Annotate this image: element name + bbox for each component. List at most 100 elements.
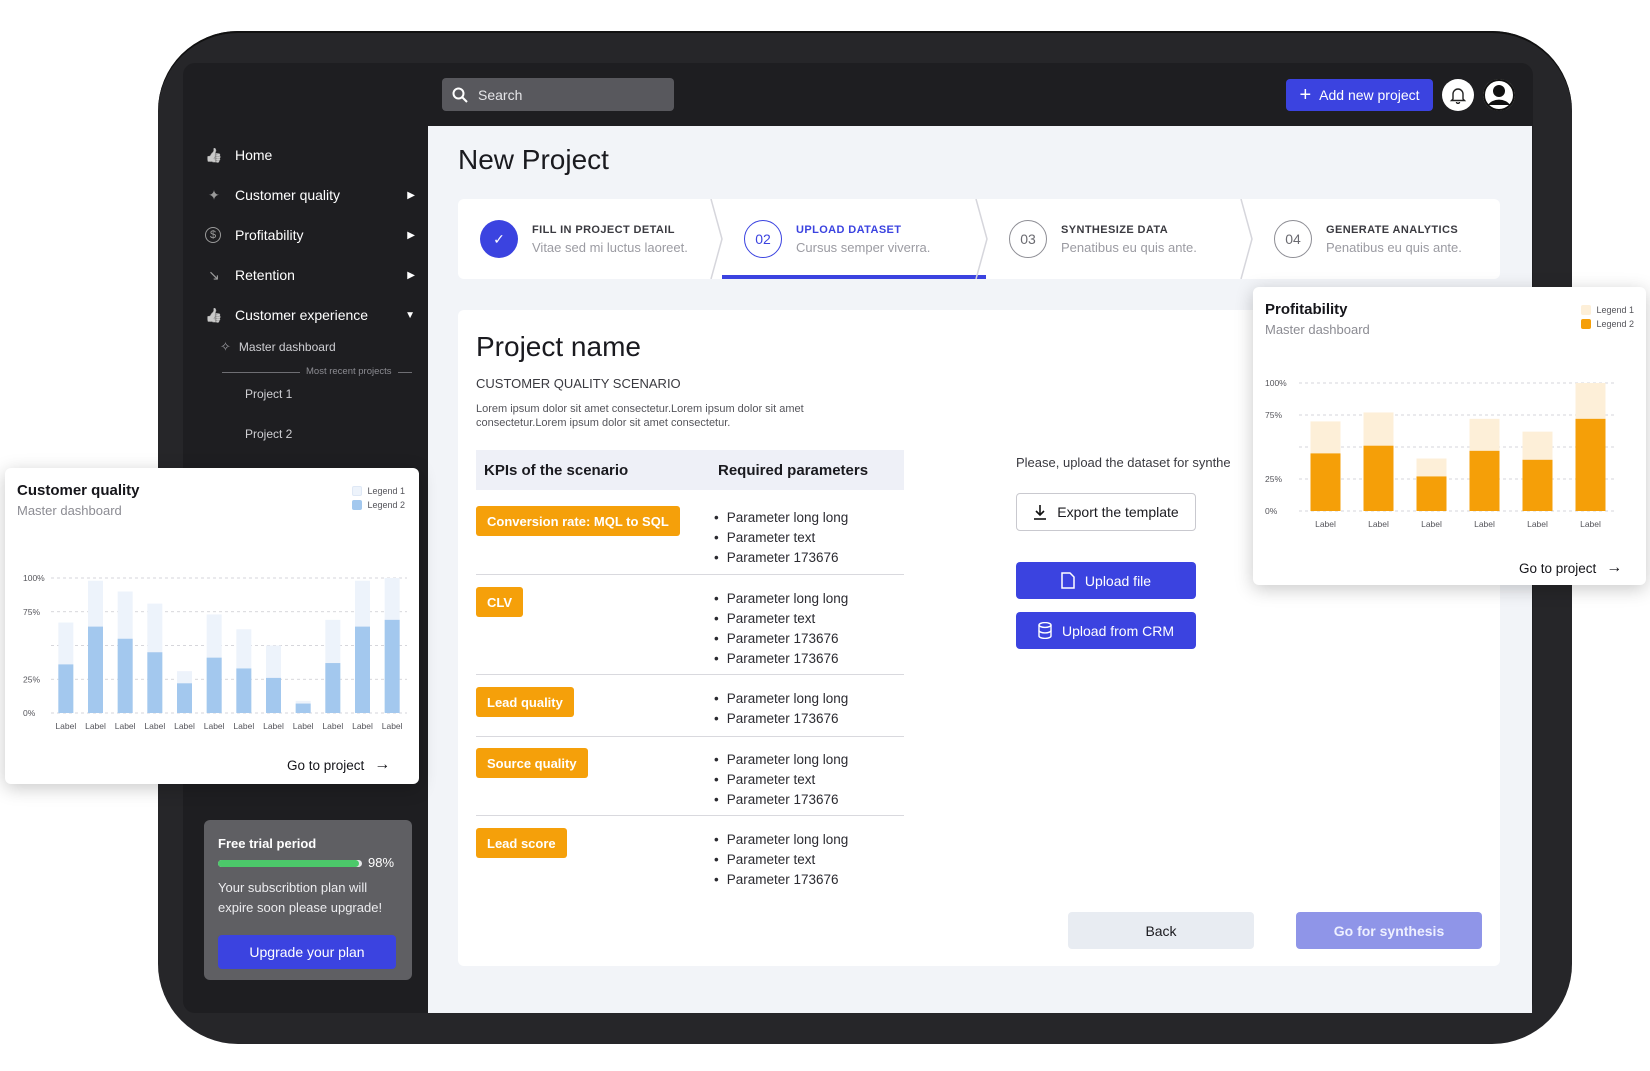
bar-legend-2 [236,668,252,713]
step-number: 03 [1009,220,1047,258]
legend-swatch [352,500,363,510]
bar-legend-2 [177,683,192,713]
step-1[interactable]: ✓ FILL IN PROJECT DETAIL Vitae sed mi luct… [458,199,706,279]
search-input[interactable]: Search [442,78,674,111]
legend-label: Legend 1 [1596,305,1634,315]
step-title: UPLOAD DATASET [796,223,902,236]
sidebar-subitem-master-dashboard[interactable]: ✧ Master dashboard [220,339,336,355]
row-divider [476,674,904,675]
chevron-right-icon: ▶ [407,229,415,241]
parameter-item: Parameter text [716,850,848,870]
parameter-item: Parameter 173676 [716,790,848,810]
legend-item: Legend 2 [1581,319,1634,329]
kpi-parameter-list: Parameter long longParameter textParamet… [716,508,849,568]
profile-button[interactable] [1483,79,1515,111]
row-divider [476,815,904,816]
scenario-description: Lorem ipsum dolor sit amet consectetur.L… [476,403,804,429]
legend-item: Legend 1 [352,486,405,496]
bar-legend-2 [88,626,103,713]
trial-title: Free trial period [218,836,317,851]
parameter-item: Parameter 173676 [716,548,848,568]
add-new-project-button[interactable]: + Add new project [1286,79,1433,111]
sidebar-project-2[interactable]: Project 2 [245,427,292,441]
parameter-item: Parameter 173676 [716,870,848,890]
back-button[interactable]: Back [1068,912,1254,949]
bar-legend-2 [1416,476,1447,511]
legend-swatch [1581,305,1592,315]
free-trial-panel: Free trial period 98% Your subscribtion … [204,820,412,980]
go-to-project-link[interactable]: Go to project → [1519,559,1622,577]
x-tick-label: Label [144,721,165,731]
search-icon [452,87,468,103]
x-tick-label: Label [204,721,225,731]
upgrade-plan-button[interactable]: Upgrade your plan [218,935,396,969]
parameter-item: Parameter 173676 [716,649,848,669]
x-tick-label: Label [233,721,254,731]
legend-swatch [352,486,363,496]
kpi-tag: Conversion rate: MQL to SQL [476,506,680,536]
file-icon [1061,572,1075,589]
sidebar-item-customer-experience[interactable]: 👍 Customer experience ▼ [205,301,415,329]
parameter-item: Parameter text [716,609,848,629]
step-description: Penatibus eu quis ante. [1326,239,1462,255]
legend-label: Legend 1 [367,486,405,496]
export-template-label: Export the template [1057,504,1179,520]
bar-legend-2 [325,663,341,713]
sidebar-item-label: Profitability [235,227,304,243]
parameter-item: Parameter 173676 [716,709,848,729]
x-tick-label: Label [85,721,106,731]
legend-item: Legend 2 [352,500,405,510]
legend-item: Legend 1 [1581,305,1634,315]
profitability-card: Profitability Master dashboard Legend 1 … [1253,287,1646,585]
sidebar-item-profitability[interactable]: $ Profitability ▶ [205,221,415,249]
arrow-right-icon: → [1606,559,1623,576]
x-tick-label: Label [1421,519,1442,529]
trial-progress-fill [218,860,360,867]
sidebar-project-1[interactable]: Project 1 [245,387,292,401]
legend-label: Legend 2 [1596,319,1634,329]
upload-from-crm-button[interactable]: Upload from CRM [1016,612,1196,649]
bar-legend-2 [384,619,400,713]
bar-legend-2 [117,638,133,713]
trial-percent: 98% [368,855,395,870]
upload-file-label: Upload file [1084,572,1152,589]
notifications-button[interactable] [1442,79,1474,111]
step-3[interactable]: 03 SYNTHESIZE DATA Penatibus eu quis ante. [987,199,1235,279]
go-to-project-link[interactable]: Go to project → [287,756,390,774]
kpi-parameter-list: Parameter long longParameter textParamet… [716,750,849,810]
trial-progress-track [218,860,362,867]
sidebar-item-customer-quality[interactable]: ✦ Customer quality ▶ [205,181,415,209]
bar-legend-2 [1575,418,1606,511]
y-tick-label: 0% [23,708,36,718]
bar-legend-2 [266,677,281,713]
bar-legend-2 [1363,445,1394,511]
arrow-right-icon: → [374,756,391,773]
step-title: SYNTHESIZE DATA [1061,223,1169,236]
upload-file-button[interactable]: Upload file [1016,562,1196,599]
sidebar-item-home[interactable]: 👍 Home [205,141,415,169]
parameter-item: Parameter long long [716,830,849,850]
thumbs-up-icon: 👍 [205,306,223,323]
kpi-tag: CLV [476,587,524,617]
x-tick-label: Label [174,721,195,731]
bar-legend-2 [147,652,163,713]
x-tick-label: Label [382,721,403,731]
step-2[interactable]: 02 UPLOAD DATASET Cursus semper viverra. [722,199,970,279]
step-4[interactable]: 04 GENERATE ANALYTICS Penatibus eu quis an… [1252,199,1500,279]
recent-projects-label: Most recent projects [300,366,398,377]
go-for-synthesis-button[interactable]: Go for synthesis [1296,912,1482,949]
export-template-button[interactable]: Export the template [1016,493,1196,531]
x-tick-label: Label [1315,519,1336,529]
project-name-heading: Project name [476,331,641,362]
sidebar-item-retention[interactable]: ↘ Retention ▶ [205,261,415,289]
kpi-tag: Source quality [476,748,588,778]
legend-swatch [1581,319,1592,329]
page-title: New Project [458,144,609,175]
x-tick-label: Label [115,721,136,731]
chart-title: Profitability [1265,301,1348,318]
plus-icon: + [1299,84,1312,106]
bar-legend-2 [206,657,222,713]
parameter-item: Parameter 173676 [716,629,848,649]
database-icon [1038,622,1052,639]
y-tick-label: 25% [1265,474,1282,484]
